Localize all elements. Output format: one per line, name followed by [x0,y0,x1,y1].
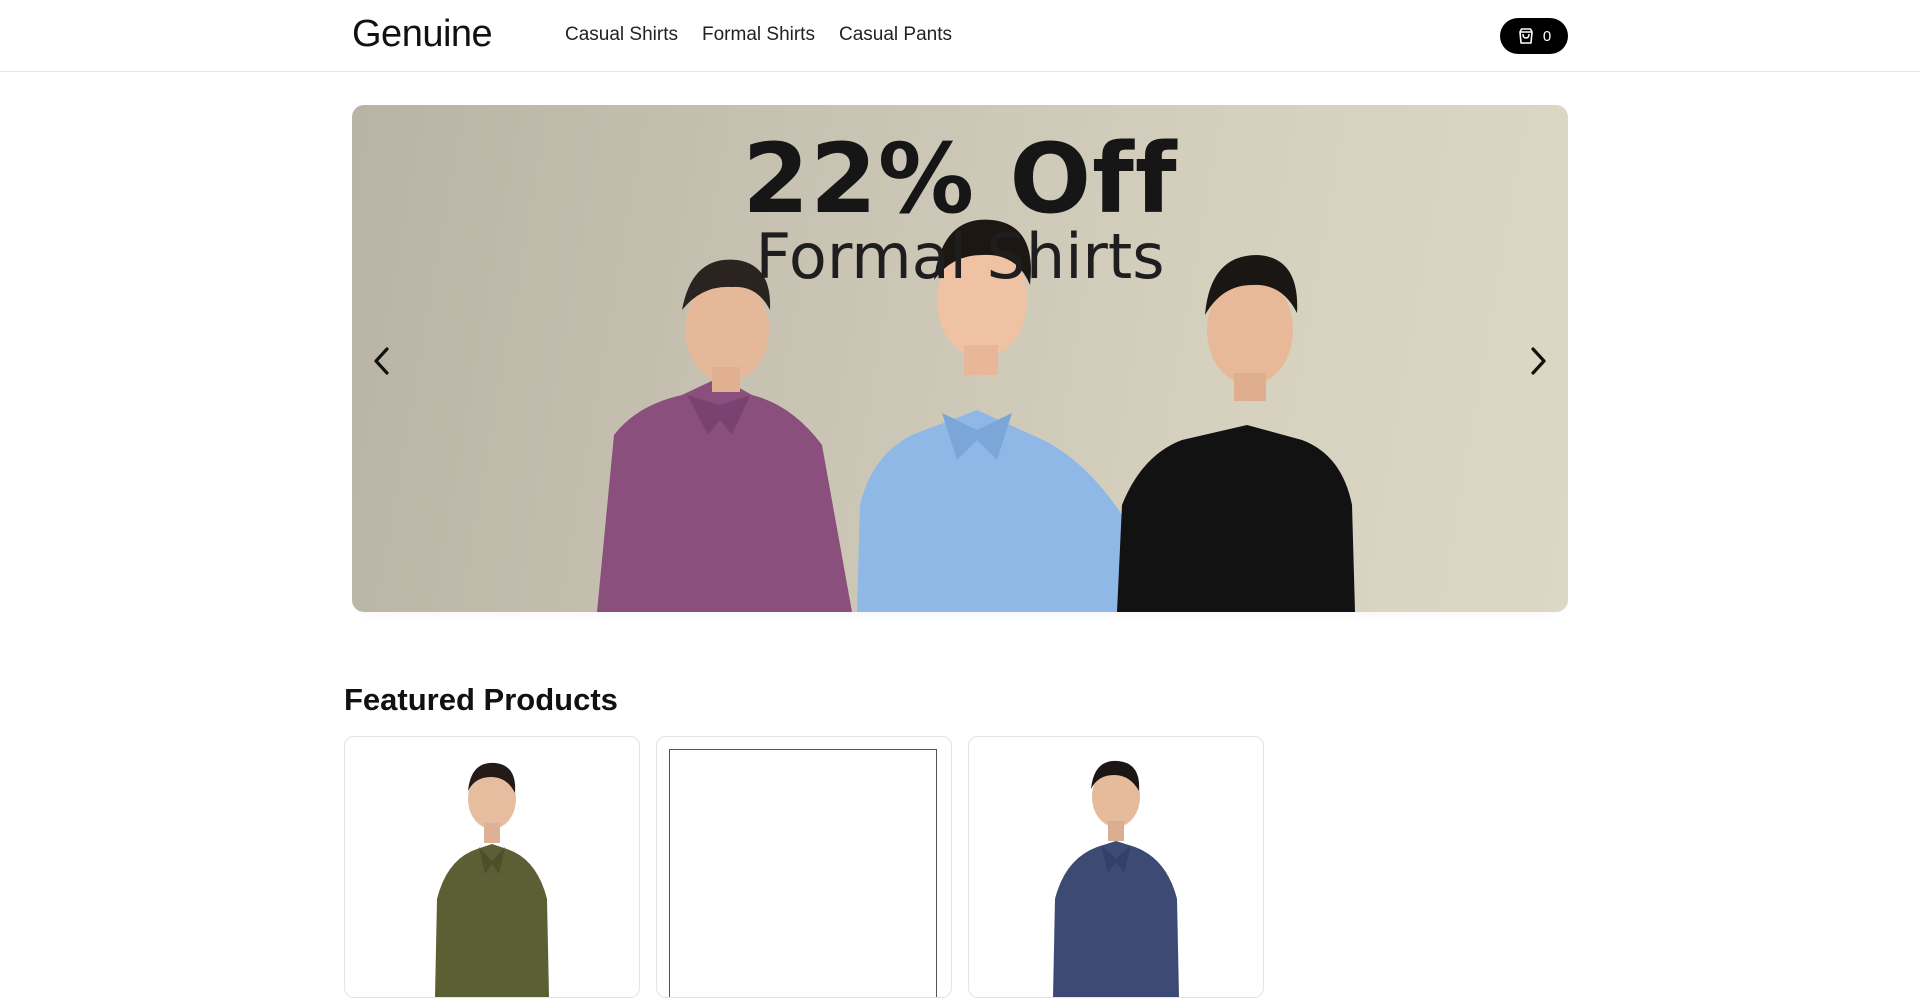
brand-logo[interactable]: Genuine [352,13,493,56]
model-purple-shirt [597,259,852,612]
hero-subheadline: Formal Shirts [755,220,1165,293]
carousel-prev-button[interactable] [364,341,400,385]
shopping-bag-icon [1517,27,1535,45]
product-image-placeholder [669,749,937,997]
featured-products-title: Featured Products [344,682,618,717]
product-image-navy-shirt [1053,760,1179,997]
site-header: Genuine Casual Shirts Formal Shirts Casu… [0,0,1920,72]
chevron-right-icon [1527,345,1549,382]
product-card[interactable] [656,736,952,998]
main-nav: Casual Shirts Formal Shirts Casual Pants [565,24,952,46]
featured-products-grid [344,736,1264,998]
nav-link-casual-pants[interactable]: Casual Pants [839,24,952,46]
product-card[interactable] [968,736,1264,998]
chevron-left-icon [371,345,393,382]
nav-link-casual-shirts[interactable]: Casual Shirts [565,24,678,46]
cart-count: 0 [1542,27,1552,45]
product-card[interactable] [344,736,640,998]
hero-headline: 22% Off [742,123,1178,235]
model-black-shirt [1117,255,1355,612]
cart-button[interactable]: 0 [1500,18,1568,54]
product-image-olive-shirt [435,762,549,997]
hero-carousel: 22% Off Formal Shirts [352,105,1568,612]
carousel-next-button[interactable] [1520,341,1556,385]
nav-link-formal-shirts[interactable]: Formal Shirts [702,24,815,46]
